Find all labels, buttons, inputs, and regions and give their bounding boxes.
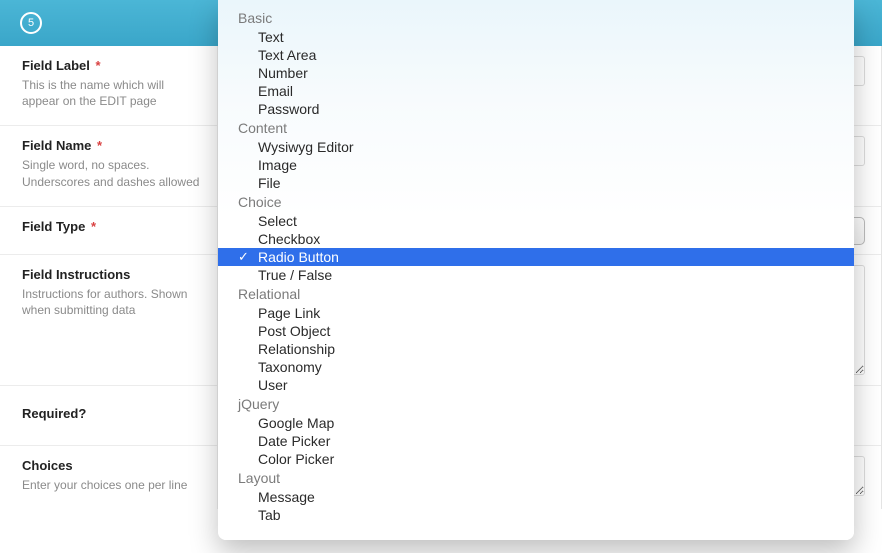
required-star: * <box>91 219 96 234</box>
optgroup-label: Layout <box>218 468 854 488</box>
option-relationship[interactable]: Relationship <box>218 340 854 358</box>
label-col: Field Name * Single word, no spaces. Und… <box>0 126 218 205</box>
option-post-object[interactable]: Post Object <box>218 322 854 340</box>
field-type-dropdown-popup[interactable]: BasicTextText AreaNumberEmailPasswordCon… <box>218 0 854 540</box>
optgroup-label: Content <box>218 118 854 138</box>
option-image[interactable]: Image <box>218 156 854 174</box>
option-wysiwyg-editor[interactable]: Wysiwyg Editor <box>218 138 854 156</box>
option-message[interactable]: Message <box>218 488 854 506</box>
field-label-title: Field Label <box>22 58 90 73</box>
required-star: * <box>97 138 102 153</box>
option-number[interactable]: Number <box>218 64 854 82</box>
required-title: Required? <box>22 406 86 421</box>
option-select[interactable]: Select <box>218 212 854 230</box>
option-tab[interactable]: Tab <box>218 506 854 524</box>
option-color-picker[interactable]: Color Picker <box>218 450 854 468</box>
label-col: Field Type * <box>0 207 218 254</box>
option-page-link[interactable]: Page Link <box>218 304 854 322</box>
optgroup-label: Choice <box>218 192 854 212</box>
field-name-title: Field Name <box>22 138 91 153</box>
option-radio-button[interactable]: Radio Button <box>218 248 854 266</box>
step-number: 5 <box>28 17 34 29</box>
field-instructions-hint: Instructions for authors. Shown when sub… <box>22 286 201 318</box>
step-badge: 5 <box>20 12 42 34</box>
option-email[interactable]: Email <box>218 82 854 100</box>
option-taxonomy[interactable]: Taxonomy <box>218 358 854 376</box>
required-star: * <box>96 58 101 73</box>
option-text[interactable]: Text <box>218 28 854 46</box>
field-type-title: Field Type <box>22 219 85 234</box>
option-google-map[interactable]: Google Map <box>218 414 854 432</box>
option-file[interactable]: File <box>218 174 854 192</box>
option-date-picker[interactable]: Date Picker <box>218 432 854 450</box>
option-password[interactable]: Password <box>218 100 854 118</box>
field-instructions-title: Field Instructions <box>22 267 130 282</box>
choices-hint: Enter your choices one per line <box>22 477 201 493</box>
field-label-hint: This is the name which will appear on th… <box>22 77 201 109</box>
label-col: Field Instructions Instructions for auth… <box>0 255 218 385</box>
label-col: Required? <box>0 386 218 445</box>
option-user[interactable]: User <box>218 376 854 394</box>
option-true-false[interactable]: True / False <box>218 266 854 284</box>
option-text-area[interactable]: Text Area <box>218 46 854 64</box>
option-checkbox[interactable]: Checkbox <box>218 230 854 248</box>
optgroup-label: jQuery <box>218 394 854 414</box>
label-col: Field Label * This is the name which wil… <box>0 46 218 125</box>
optgroup-label: Relational <box>218 284 854 304</box>
choices-title: Choices <box>22 458 73 473</box>
field-name-hint: Single word, no spaces. Underscores and … <box>22 157 201 189</box>
optgroup-label: Basic <box>218 8 854 28</box>
label-col: Choices Enter your choices one per line <box>0 446 218 509</box>
